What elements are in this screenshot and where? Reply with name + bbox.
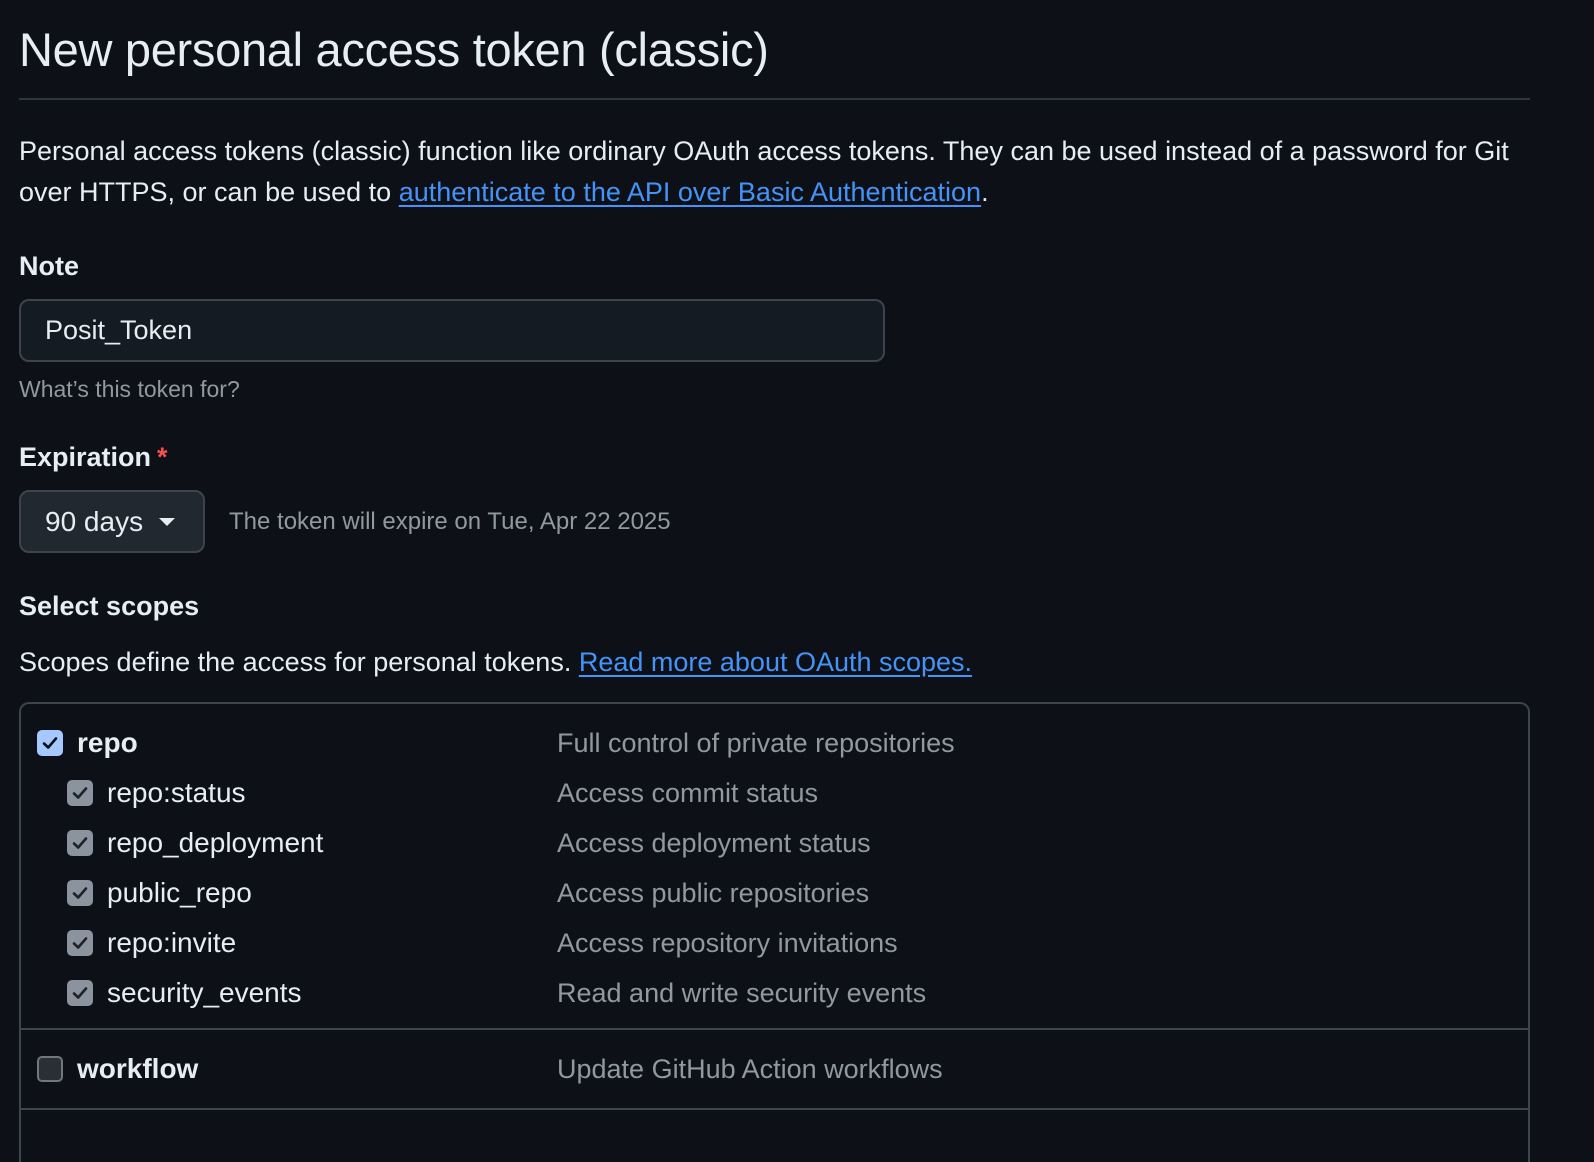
scope-row: repo_deployment Access deployment status: [21, 818, 1528, 868]
chevron-down-icon: [159, 517, 176, 526]
scope-name: repo:status: [107, 777, 246, 808]
expiration-selected-value: 90 days: [45, 505, 144, 537]
scope-row: repo:invite Access repository invitations: [21, 918, 1528, 968]
expiration-label: Expiration *: [19, 439, 1554, 475]
scope-checkbox[interactable]: [37, 1056, 63, 1082]
scope-checkbox-label[interactable]: repo_deployment: [21, 827, 557, 859]
note-hint: What’s this token for?: [19, 376, 240, 402]
scope-checkbox[interactable]: [67, 780, 93, 806]
check-icon: [72, 937, 88, 949]
check-icon: [42, 737, 58, 749]
scope-row: public_repo Access public repositories: [21, 868, 1528, 918]
scope-checkbox-label[interactable]: public_repo: [21, 877, 557, 909]
scope-name: workflow: [77, 1053, 199, 1084]
title-divider: [19, 98, 1530, 100]
scope-checkbox-label[interactable]: repo:invite: [21, 927, 557, 959]
scope-row: workflow Update GitHub Action workflows: [21, 1044, 1528, 1094]
scope-description: Access public repositories: [557, 877, 870, 908]
scope-checkbox-label[interactable]: workflow: [21, 1053, 557, 1085]
scope-description: Update GitHub Action workflows: [557, 1053, 943, 1084]
expiration-row: 90 days The token will expire on Tue, Ap…: [19, 490, 1554, 553]
scope-name: security_events: [107, 977, 302, 1008]
check-icon: [72, 837, 88, 849]
page: New personal access token (classic) Pers…: [0, 0, 1594, 1162]
expiration-select[interactable]: 90 days: [19, 490, 205, 553]
scope-checkbox[interactable]: [67, 880, 93, 906]
oauth-scopes-link[interactable]: Read more about OAuth scopes.: [579, 647, 972, 677]
intro-end: .: [981, 177, 989, 207]
scope-description: Access commit status: [557, 777, 819, 808]
scopes-label: Select scopes: [19, 591, 200, 621]
check-icon: [72, 987, 88, 999]
scope-description: Read and write security events: [557, 977, 927, 1008]
intro-paragraph: Personal access tokens (classic) functio…: [19, 131, 1530, 213]
note-label: Note: [19, 251, 79, 281]
scope-row: repo Full control of private repositories: [21, 718, 1528, 768]
check-icon: [72, 787, 88, 799]
scopes-description: Scopes define the access for personal to…: [19, 644, 1554, 680]
check-icon: [72, 887, 88, 899]
scope-description: Access repository invitations: [557, 927, 898, 958]
scope-description: Full control of private repositories: [557, 727, 955, 758]
scope-checkbox[interactable]: [67, 930, 93, 956]
scope-row: security_events Read and write security e…: [21, 968, 1528, 1018]
scope-name: repo:invite: [107, 927, 237, 958]
scope-checkbox-label[interactable]: security_events: [21, 977, 557, 1009]
expiration-label-text: Expiration: [19, 442, 152, 472]
scope-checkbox[interactable]: [67, 830, 93, 856]
required-mark: *: [157, 442, 168, 472]
expiration-info: The token will expire on Tue, Apr 22 202…: [229, 507, 671, 535]
page-title: New personal access token (classic): [19, 23, 769, 76]
scope-group-repo: repo Full control of private repositories…: [21, 704, 1528, 1030]
scope-description: Access deployment status: [557, 827, 871, 858]
scope-name: public_repo: [107, 877, 252, 908]
scope-checkbox[interactable]: [37, 730, 63, 756]
scope-group-workflow: workflow Update GitHub Action workflows: [21, 1030, 1528, 1110]
note-input[interactable]: [19, 299, 885, 362]
basic-auth-link[interactable]: authenticate to the API over Basic Authe…: [399, 177, 981, 207]
scope-name: repo_deployment: [107, 827, 324, 858]
scopes-table: repo Full control of private repositories…: [19, 702, 1530, 1162]
scope-name: repo: [77, 727, 138, 758]
scope-checkbox-label[interactable]: repo: [21, 727, 557, 759]
scope-row: repo:status Access commit status: [21, 768, 1528, 818]
scope-checkbox-label[interactable]: repo:status: [21, 777, 557, 809]
scope-checkbox[interactable]: [67, 980, 93, 1006]
scopes-description-text: Scopes define the access for personal to…: [19, 647, 579, 677]
